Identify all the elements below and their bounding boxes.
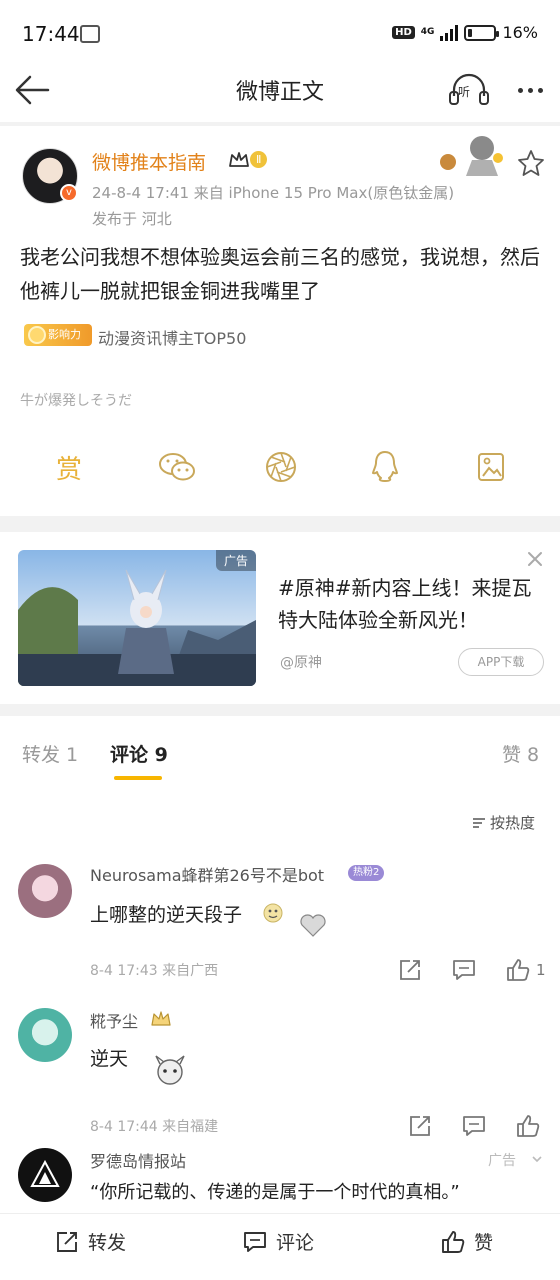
share-qq-button[interactable] xyxy=(360,442,410,492)
chevron-down-icon[interactable] xyxy=(530,1152,544,1166)
repost-icon[interactable] xyxy=(406,1112,434,1140)
like-icon xyxy=(442,1230,465,1253)
comment-icon[interactable] xyxy=(450,956,478,984)
emoji-icon xyxy=(263,903,283,923)
tab-like[interactable]: 赞 8 xyxy=(502,740,539,767)
commenter-name[interactable]: Neurosama蜂群第26号不是bot xyxy=(90,862,324,886)
aperture-icon xyxy=(266,452,296,482)
status-time: 17:44 xyxy=(22,22,80,46)
like-label: 赞 xyxy=(474,1232,494,1254)
tab-comment[interactable]: 评论 9 xyxy=(110,740,168,767)
comment-text: 逆天 xyxy=(90,1048,129,1070)
commenter-avatar[interactable] xyxy=(18,864,72,918)
post-card: v 微博推本指南 Ⅱ 24-8-4 17:41 来自 iPhone 15 Pro… xyxy=(0,126,560,516)
repost-icon[interactable] xyxy=(396,956,424,984)
crown-icon xyxy=(151,1011,171,1026)
ad-title[interactable]: #原神#新内容上线！来提瓦特大陆体验全新风光！ xyxy=(278,572,538,636)
hd-icon: HD xyxy=(392,26,415,39)
repost-button[interactable]: 转发 xyxy=(54,1228,126,1255)
tab-repost[interactable]: 转发 1 xyxy=(22,740,78,767)
comment-button[interactable]: 评论 xyxy=(242,1228,314,1255)
rhodes-island-logo-icon xyxy=(30,1159,60,1187)
tab-indicator xyxy=(114,776,162,780)
dot-icon xyxy=(537,87,543,93)
comment-icon xyxy=(244,1231,266,1252)
ad-tag: 广告 xyxy=(488,1153,516,1169)
ad-source[interactable]: @原神 xyxy=(280,652,322,672)
sort-button[interactable]: 按热度 xyxy=(472,812,535,833)
battery-level xyxy=(468,28,473,37)
qq-icon xyxy=(372,451,398,482)
influence-label[interactable]: 动漫资讯博主TOP50 xyxy=(98,325,246,349)
reward-icon: 赏 xyxy=(55,454,82,485)
status-bar: 17:44 HD 4G 16% xyxy=(0,0,560,64)
ad-card[interactable]: 广告 #原神#新内容上线！来提瓦特大陆体验全新风光！ @原神 APP下载 xyxy=(0,532,560,704)
post-text: 我老公问我想不想体验奥运会前三名的感觉，我说想，然后他裤儿一脱就把银金铜进我嘴里… xyxy=(20,245,540,303)
gallery-notification-icon xyxy=(80,25,100,43)
like-button[interactable]: 赞 xyxy=(440,1228,493,1255)
battery-percent: 16% xyxy=(502,23,538,42)
star-icon[interactable] xyxy=(516,148,546,178)
bottom-action-bar: 转发 评论 赞 xyxy=(0,1214,560,1280)
battery-icon xyxy=(464,24,500,41)
listen-button[interactable]: 听 xyxy=(446,70,492,110)
status-indicators: HD 4G 16% xyxy=(392,23,538,42)
share-row: 赏 xyxy=(0,442,560,492)
comment-text: 上哪整的逆天段子 xyxy=(90,904,243,926)
repost-icon xyxy=(57,1231,77,1252)
comment-meta: 8-4 17:43 来自广西 xyxy=(90,963,219,979)
dot-icon xyxy=(527,87,533,93)
comment-label: 评论 xyxy=(276,1232,315,1254)
post-location: 发布于 河北 xyxy=(92,210,172,228)
image-icon xyxy=(478,453,504,481)
comment-meta: 8-4 17:44 来自福建 xyxy=(90,1119,219,1135)
more-options-button[interactable] xyxy=(508,70,552,110)
ad-image[interactable]: 广告 xyxy=(18,550,256,686)
fan-badge-icon xyxy=(440,136,503,176)
influence-icon xyxy=(28,326,46,344)
sort-label: 按热度 xyxy=(490,814,536,832)
signal-icon xyxy=(440,24,459,41)
commenter-avatar[interactable] xyxy=(18,1008,72,1062)
listen-label: 听 xyxy=(458,85,471,99)
verified-icon: v xyxy=(60,184,78,202)
share-wechat-button[interactable] xyxy=(152,442,202,492)
post-meta: 24-8-4 17:41 来自 iPhone 15 Pro Max(原色钛金属) xyxy=(92,184,455,202)
author-name[interactable]: 微博推本指南 xyxy=(92,148,206,175)
comment-item-ad[interactable]: 罗德岛情报站 广告 “你所记载的、传递的是属于一个时代的真相。” xyxy=(0,1144,560,1214)
comments-section: 转发 1 评论 9 赞 8 按热度 Neurosama蜂群第26号不是bot 热… xyxy=(0,716,560,1280)
comment-icon[interactable] xyxy=(460,1112,488,1140)
ad-image-tag: 广告 xyxy=(215,550,256,571)
close-icon[interactable] xyxy=(524,548,546,570)
like-icon[interactable] xyxy=(514,1112,542,1140)
repost-label: 转发 xyxy=(88,1232,127,1254)
heart-badge-icon xyxy=(300,914,326,937)
save-image-button[interactable] xyxy=(466,442,516,492)
comment-text: “你所记载的、传递的是属于一个时代的真相。” xyxy=(90,1182,460,1203)
like-count: 1 xyxy=(536,961,546,979)
dot-icon xyxy=(517,87,523,93)
commenter-name[interactable]: 罗德岛情报站 xyxy=(90,1148,186,1172)
network-label: 4G xyxy=(420,27,435,37)
fan-level-badge: 热粉2 xyxy=(348,865,385,881)
wechat-icon xyxy=(159,453,195,481)
reward-button[interactable]: 赏 xyxy=(44,442,94,492)
commenter-name[interactable]: 糀予尘 xyxy=(90,1008,138,1032)
commenter-avatar[interactable] xyxy=(18,1148,72,1202)
comment-item: Neurosama蜂群第26号不是bot 热粉2 上哪整的逆天段子 8-4 17… xyxy=(0,856,560,986)
comment-item: 糀予尘 逆天 8-4 17:44 来自福建 xyxy=(0,1002,560,1137)
like-icon[interactable] xyxy=(504,956,532,984)
sticker-icon xyxy=(155,1055,185,1085)
crown-icon xyxy=(229,152,249,167)
share-moments-button[interactable] xyxy=(256,442,306,492)
nav-bar: 微博正文 听 xyxy=(0,64,560,122)
app-download-button[interactable]: APP下载 xyxy=(458,648,544,676)
source-tag: 牛が爆発しそうだ xyxy=(20,393,132,409)
level-badge: Ⅱ xyxy=(250,151,268,168)
